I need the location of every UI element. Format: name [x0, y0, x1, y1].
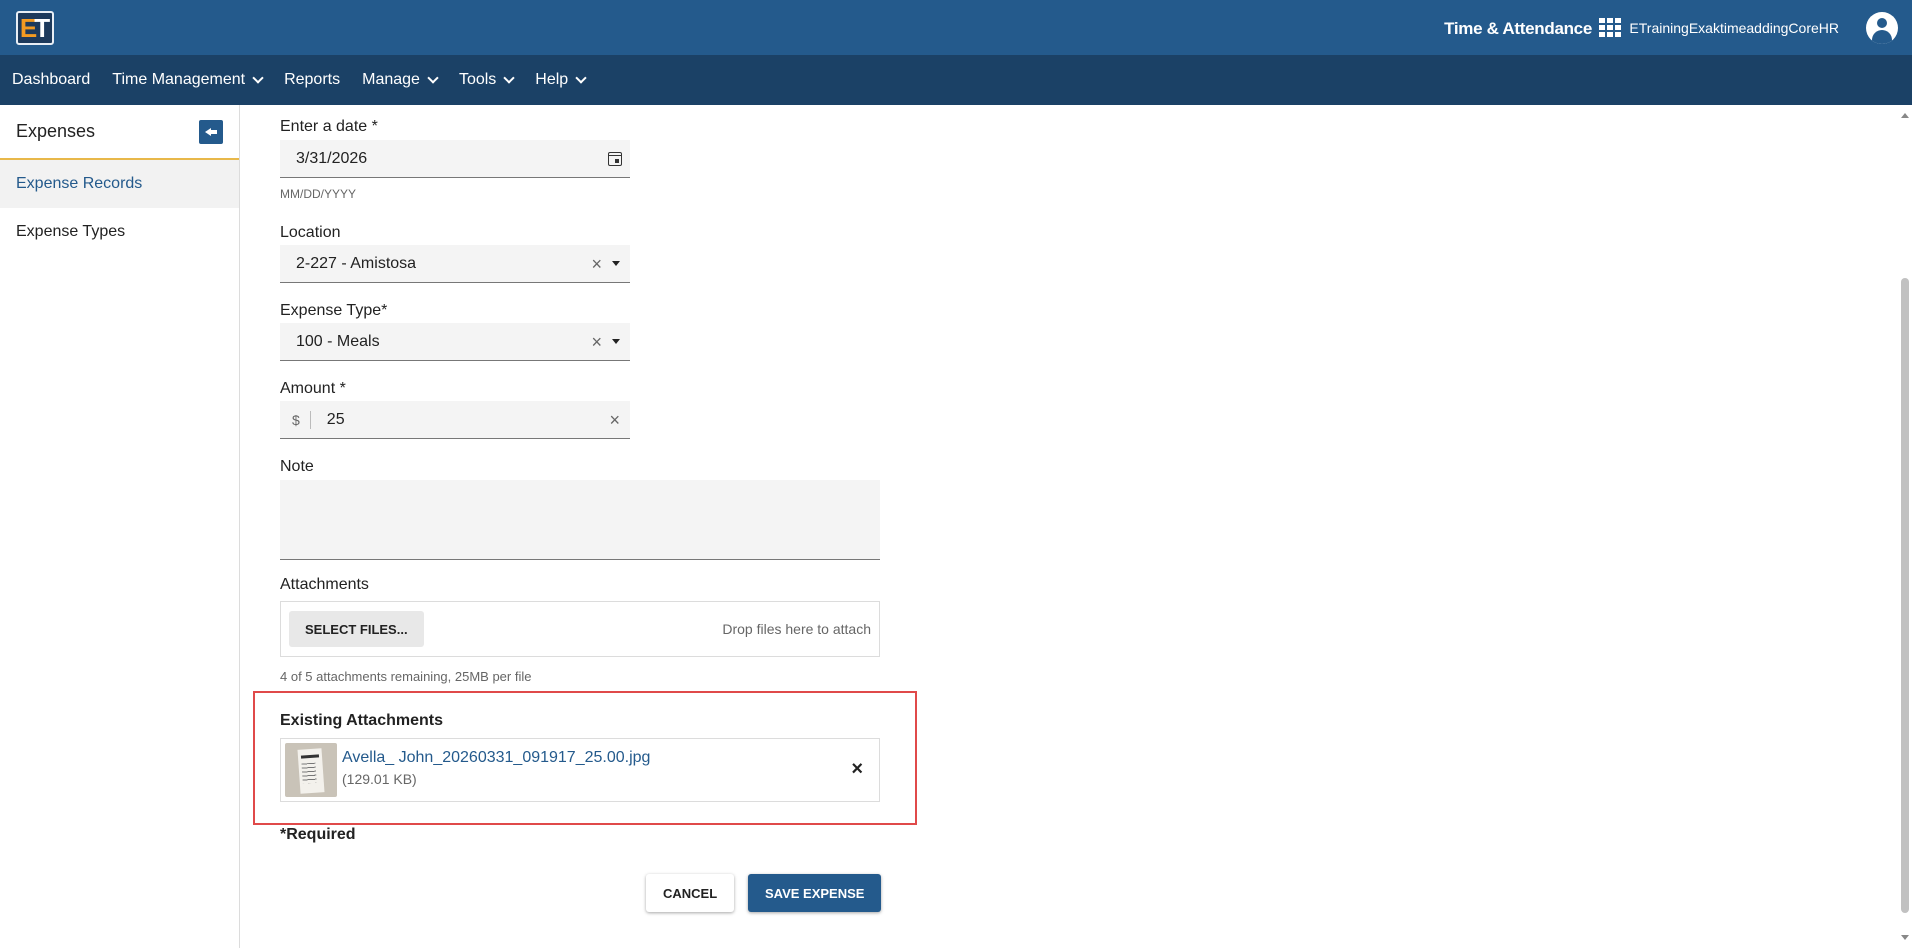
amount-value: 25: [326, 410, 345, 428]
date-value: 3/31/2026: [296, 149, 368, 167]
scrollbar[interactable]: [1898, 105, 1912, 948]
sidebar: Expenses Expense Records Expense Types: [0, 105, 240, 948]
note-textarea[interactable]: [280, 480, 880, 560]
logo-letter-t: T: [34, 12, 51, 43]
expense-type-value: 100 - Meals: [296, 332, 380, 350]
scroll-down-arrow-icon[interactable]: [1901, 935, 1909, 940]
note-label: Note: [280, 458, 314, 475]
user-avatar-icon[interactable]: [1866, 12, 1898, 44]
nav-manage[interactable]: Manage: [362, 71, 439, 89]
chevron-down-icon: [427, 71, 439, 84]
attachment-item: Avella_ John_20260331_091917_25.00.jpg (…: [280, 738, 880, 802]
date-format-hint: MM/DD/YYYY: [280, 187, 357, 201]
nav-label: Help: [535, 71, 569, 88]
select-files-button[interactable]: SELECT FILES...: [289, 611, 424, 647]
expense-type-select[interactable]: 100 - Meals ×: [280, 323, 630, 361]
sidebar-item-expense-types[interactable]: Expense Types: [0, 208, 239, 256]
chevron-down-icon: [575, 71, 587, 84]
nav-label: Reports: [284, 71, 341, 88]
date-field[interactable]: 3/31/2026: [280, 140, 630, 178]
nav-help[interactable]: Help: [535, 71, 587, 89]
chevron-down-icon: [252, 71, 264, 84]
dropdown-arrow-icon[interactable]: [612, 261, 620, 266]
attachments-remaining: 4 of 5 attachments remaining, 25MB per f…: [280, 669, 532, 684]
username: ETrainingExaktimeaddingCoreHR: [1629, 20, 1839, 36]
required-note: *Required: [280, 826, 356, 843]
chevron-down-icon: [503, 71, 515, 84]
clear-amount-icon[interactable]: ×: [609, 411, 620, 429]
product-name: Time & Attendance: [1444, 19, 1592, 38]
nav-label: Time Management: [112, 71, 246, 88]
nav-label: Manage: [362, 71, 420, 88]
file-drop-zone[interactable]: SELECT FILES... Drop files here to attac…: [280, 601, 880, 657]
nav-label: Tools: [458, 71, 497, 88]
existing-attachments-title: Existing Attachments: [280, 712, 443, 729]
clear-expense-type-icon[interactable]: ×: [591, 333, 602, 351]
attachment-file-size: (129.01 KB): [342, 771, 417, 787]
amount-field[interactable]: $ 25 ×: [280, 401, 630, 439]
location-select[interactable]: 2-227 - Amistosa ×: [280, 245, 630, 283]
sidebar-header: Expenses: [0, 105, 239, 160]
amount-label: Amount *: [280, 380, 346, 397]
location-label: Location: [280, 224, 341, 241]
save-expense-button[interactable]: SAVE EXPENSE: [748, 874, 882, 912]
scroll-up-arrow-icon[interactable]: [1901, 113, 1909, 118]
main-nav: Dashboard Time Management Reports Manage…: [0, 55, 1912, 105]
scroll-thumb[interactable]: [1901, 278, 1909, 913]
location-value: 2-227 - Amistosa: [296, 254, 417, 272]
top-bar: ET Time & Attendance ETrainingExaktimead…: [0, 0, 1912, 55]
nav-dashboard[interactable]: Dashboard: [12, 71, 90, 89]
collapse-sidebar-button[interactable]: [199, 119, 223, 144]
remove-attachment-icon[interactable]: ×: [851, 759, 863, 779]
drop-files-text: Drop files here to attach: [722, 621, 871, 637]
nav-tools[interactable]: Tools: [458, 71, 515, 89]
dropdown-arrow-icon[interactable]: [612, 339, 620, 344]
logo-letter-e: E: [19, 12, 37, 43]
sidebar-title: Expenses: [16, 121, 96, 141]
nav-reports[interactable]: Reports: [284, 71, 340, 89]
calendar-icon[interactable]: [608, 151, 622, 166]
date-label: Enter a date *: [280, 118, 378, 135]
cancel-button[interactable]: CANCEL: [646, 874, 735, 912]
attachments-label: Attachments: [280, 576, 369, 593]
expense-type-label: Expense Type*: [280, 302, 388, 319]
app-logo[interactable]: ET: [16, 11, 54, 45]
sidebar-item-expense-records[interactable]: Expense Records: [0, 160, 239, 208]
currency-prefix: $: [280, 410, 311, 429]
clear-location-icon[interactable]: ×: [591, 255, 602, 273]
attachment-file-link[interactable]: Avella_ John_20260331_091917_25.00.jpg: [342, 749, 650, 767]
nav-time-management[interactable]: Time Management: [112, 71, 264, 89]
grid-icon[interactable]: [1599, 18, 1621, 38]
attachment-thumbnail[interactable]: [285, 743, 337, 797]
nav-label: Dashboard: [12, 71, 91, 88]
